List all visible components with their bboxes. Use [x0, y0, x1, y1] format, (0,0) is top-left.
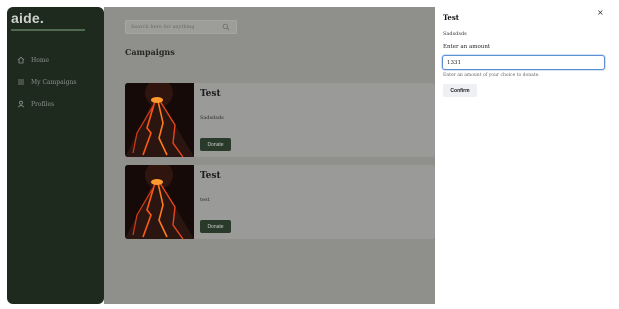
campaign-image — [125, 165, 194, 239]
amount-hint: Enter an amount of your choice to donate… — [443, 73, 540, 78]
donate-button[interactable]: Donate — [200, 220, 231, 233]
page-title: Campaigns — [125, 47, 175, 57]
sidebar: aide. Home My Campaigns Profiles — [7, 7, 104, 304]
campaign-description: test — [200, 197, 210, 203]
sidebar-item-home[interactable]: Home — [17, 53, 49, 67]
app-logo[interactable]: aide. — [11, 10, 44, 26]
campaign-image — [125, 83, 194, 157]
user-icon — [17, 100, 25, 108]
sidebar-item-label: My Campaigns — [31, 78, 77, 86]
campaign-card[interactable]: Test Sadsdsds Donate — [125, 83, 435, 157]
search-placeholder: Search here for anything — [131, 24, 195, 30]
search-icon[interactable] — [222, 23, 230, 31]
home-icon — [17, 56, 25, 64]
main-content: Search here for anything Campaigns Test … — [104, 7, 435, 304]
panel-title: Test — [443, 13, 460, 22]
sidebar-item-my-campaigns[interactable]: My Campaigns — [17, 75, 76, 89]
search-input[interactable]: Search here for anything — [125, 20, 237, 34]
sidebar-item-label: Home — [31, 56, 50, 64]
campaign-description: Sadsdsds — [200, 115, 224, 121]
close-icon[interactable]: × — [597, 8, 604, 17]
sidebar-item-label: Profiles — [31, 100, 55, 108]
campaign-title: Test — [200, 171, 221, 181]
campaign-card[interactable]: Test test Donate — [125, 165, 435, 239]
list-icon — [17, 78, 25, 86]
sidebar-item-profiles[interactable]: Profiles — [17, 97, 54, 111]
donate-button[interactable]: Donate — [200, 138, 231, 151]
donate-panel: Test × Sadsdsds Enter an amount Enter an… — [435, 0, 619, 309]
panel-description: Sadsdsds — [443, 31, 467, 37]
amount-label: Enter an amount — [443, 44, 491, 50]
logo-underline — [11, 29, 85, 31]
campaign-title: Test — [200, 89, 221, 99]
amount-input[interactable] — [442, 55, 605, 70]
confirm-button[interactable]: Confirm — [443, 84, 477, 97]
